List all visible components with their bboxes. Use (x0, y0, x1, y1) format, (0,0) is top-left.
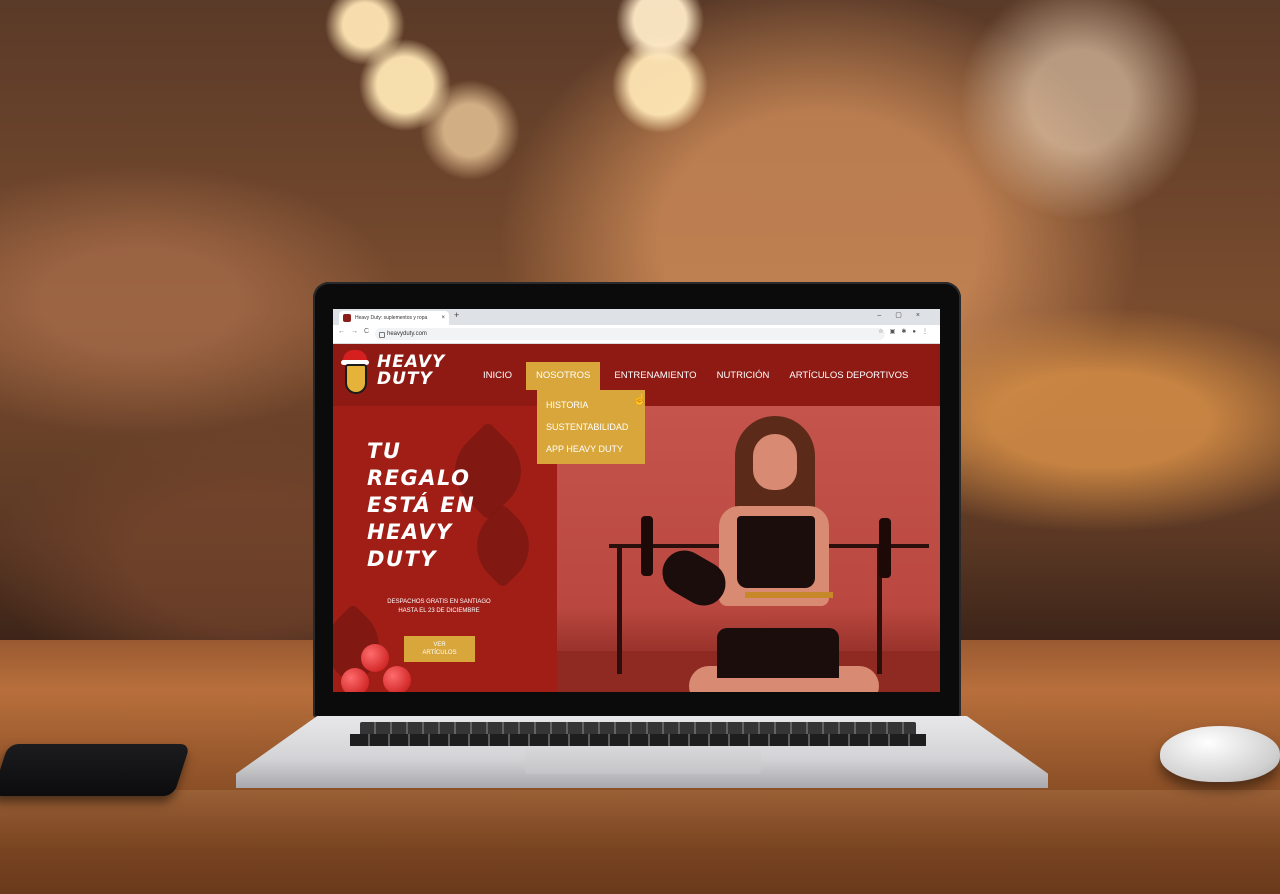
berry-icon (383, 666, 411, 692)
computer-mouse (1160, 726, 1280, 782)
berry-icon (361, 644, 389, 672)
laptop-screen: Heavy Duty: suplementos y ropa × + –▢× ←… (333, 309, 940, 692)
hero-title-line: DUTY (367, 547, 438, 571)
nav-item-articulos[interactable]: ARTÍCULOS DEPORTIVOS (779, 362, 918, 390)
brand-line-2: DUTY (377, 369, 433, 389)
browser-toolbar: ←→C heavyduty.com ☆▣✱●⋮ (333, 325, 940, 344)
tab-close-icon[interactable]: × (441, 311, 445, 325)
athlete-shorts (717, 628, 839, 678)
favicon-icon (343, 314, 351, 322)
brand-wordmark[interactable]: HEAVY DUTY (377, 354, 445, 388)
cta-line-2: ARTÍCULOS (422, 650, 457, 656)
shield-icon (345, 364, 367, 394)
website: HEAVY DUTY INICIO NOSOTROS ENTRENAMIENTO… (333, 344, 940, 692)
hero-title: TU REGALO ESTÁ EN HEAVY DUTY (367, 438, 475, 573)
nosotros-dropdown: HISTORIA SUSTENTABILIDAD APP HEAVY DUTY (537, 390, 645, 464)
laptop-trackpad (525, 748, 761, 774)
tab-title: Heavy Duty: suplementos y ropa (355, 315, 428, 321)
nav-item-entrenamiento[interactable]: ENTRENAMIENTO (604, 362, 706, 390)
dropdown-item-historia[interactable]: HISTORIA (537, 394, 645, 416)
nav-buttons[interactable]: ←→C (338, 328, 375, 335)
laptop-keyboard-row (350, 734, 926, 746)
main-nav: INICIO NOSOTROS ENTRENAMIENTO NUTRICIÓN … (473, 362, 918, 390)
weight-plate (641, 516, 653, 576)
nav-item-inicio[interactable]: INICIO (473, 362, 522, 390)
window-controls[interactable]: –▢× (877, 309, 934, 323)
nav-item-nutricion[interactable]: NUTRICIÓN (707, 362, 780, 390)
shipping-note-line-1: DESPACHOS GRATIS EN SANTIAGO (387, 599, 491, 605)
browser-tab[interactable]: Heavy Duty: suplementos y ropa × (339, 311, 449, 325)
dropdown-item-sustentabilidad[interactable]: SUSTENTABILIDAD (537, 416, 645, 438)
nav-item-nosotros[interactable]: NOSOTROS (526, 362, 601, 390)
hero-promo-panel: TU REGALO ESTÁ EN HEAVY DUTY DESPACHOS G… (333, 406, 557, 692)
hand-cursor-icon: ☝ (633, 394, 647, 406)
ver-articulos-button[interactable]: VER ARTÍCULOS (404, 636, 475, 662)
hero-title-line: HEAVY (367, 520, 453, 544)
waistband (745, 592, 833, 598)
new-tab-button[interactable]: + (454, 310, 459, 320)
berry-icon (341, 668, 369, 692)
hero-title-line: TU (367, 439, 402, 463)
santa-hat-icon (341, 350, 369, 365)
hero-title-line: REGALO (367, 466, 471, 490)
smartphone (0, 744, 191, 796)
weight-plate (879, 518, 891, 578)
address-bar[interactable]: heavyduty.com (375, 328, 885, 340)
athlete-face (753, 434, 797, 490)
shipping-note-line-2: HASTA EL 23 DE DICIEMBRE (398, 608, 480, 614)
logo-icon[interactable] (341, 350, 371, 398)
dropdown-item-app[interactable]: APP HEAVY DUTY (537, 438, 645, 460)
extension-icons[interactable]: ☆▣✱●⋮ (878, 328, 934, 335)
athlete-sports-top (737, 516, 815, 588)
hero-title-line: ESTÁ EN (367, 493, 476, 517)
cta-line-1: VER (433, 642, 446, 648)
shipping-note: DESPACHOS GRATIS EN SANTIAGO HASTA EL 23… (333, 598, 545, 616)
browser-tab-strip: Heavy Duty: suplementos y ropa × + –▢× (333, 309, 940, 325)
bench-stand (617, 544, 622, 674)
